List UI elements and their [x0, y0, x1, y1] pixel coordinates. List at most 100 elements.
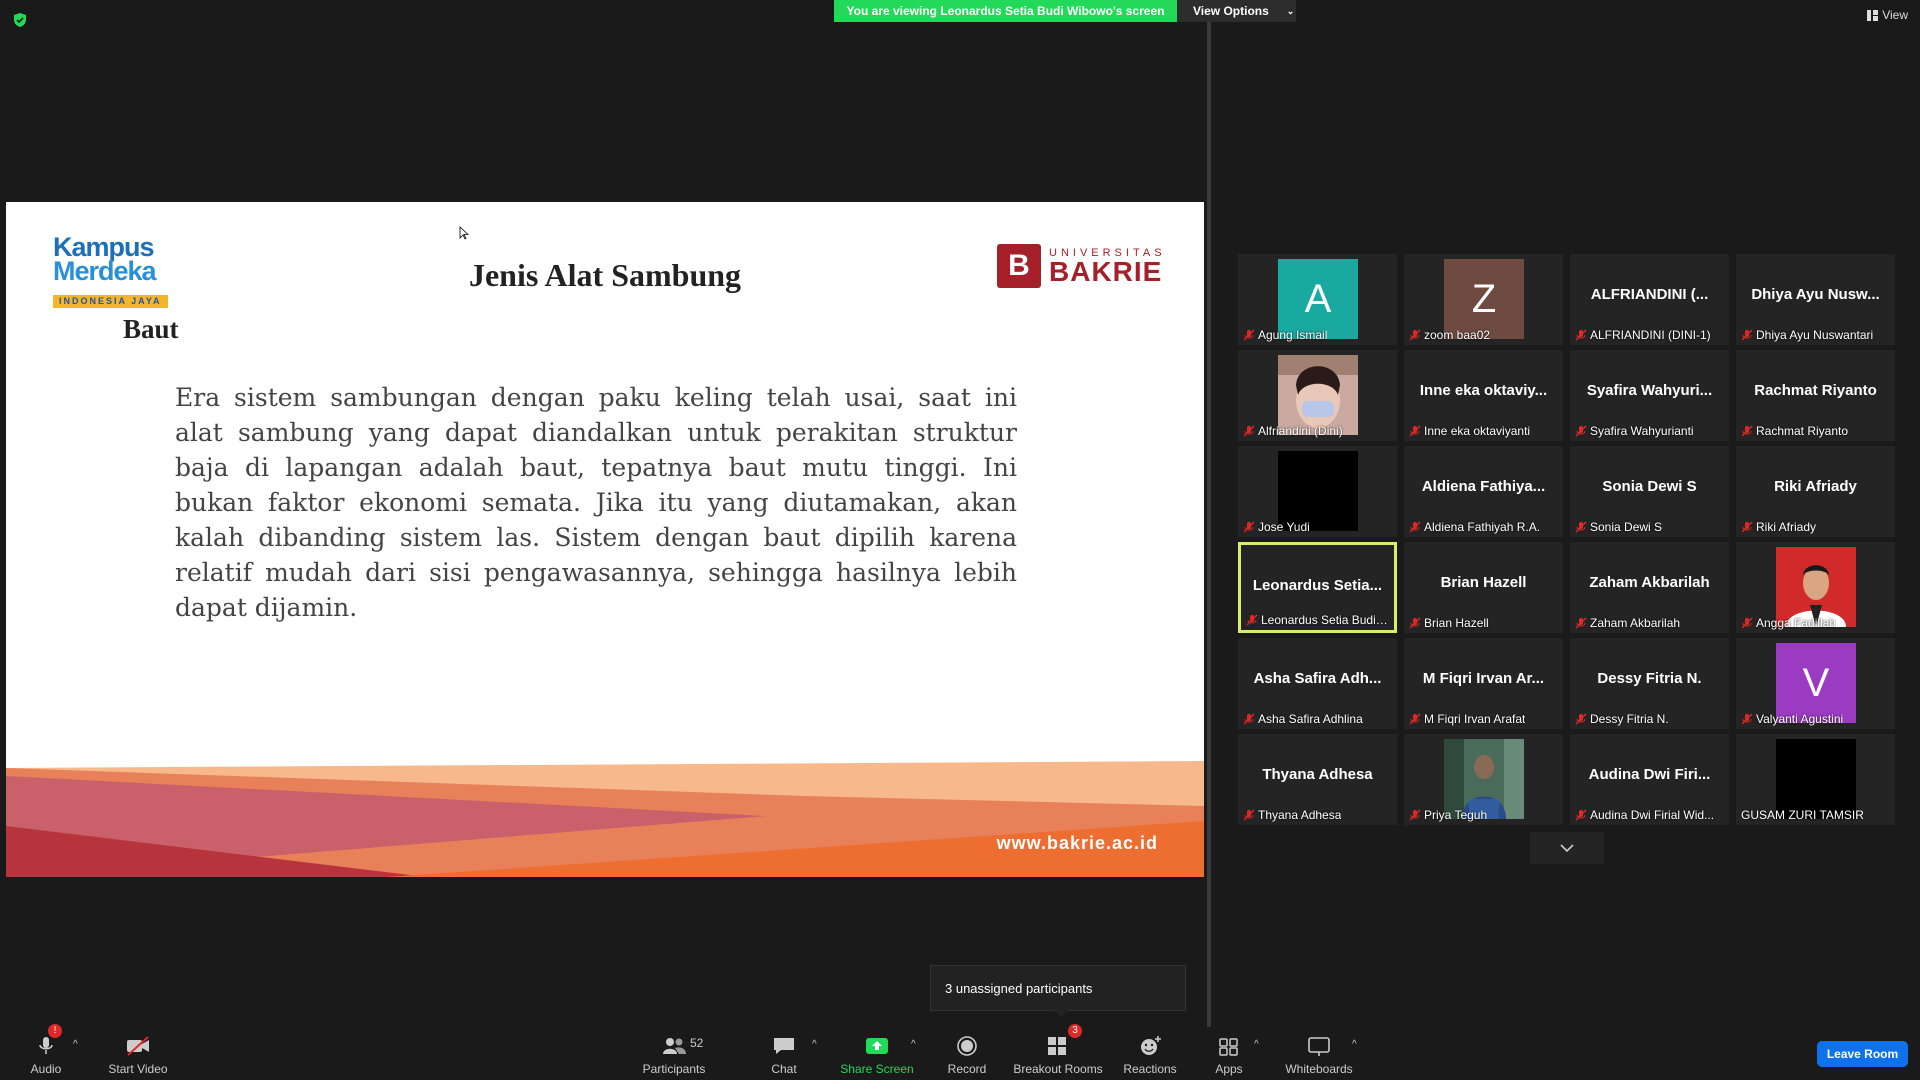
- breakout-rooms-icon: [1048, 1037, 1066, 1055]
- view-options-button[interactable]: View Options ⌄: [1177, 0, 1296, 22]
- view-options-label: View Options: [1193, 4, 1269, 18]
- participant-tile[interactable]: Sonia Dewi S Sonia Dewi S: [1570, 446, 1729, 537]
- participant-tile[interactable]: Angga Fadillah: [1736, 542, 1895, 633]
- participant-name-bar: M Fiqri Irvan Arafat: [1409, 712, 1558, 726]
- muted-mic-icon: [1575, 521, 1587, 533]
- participant-display-name: Brian Hazell: [1440, 574, 1527, 591]
- reactions-icon: [1141, 1036, 1161, 1055]
- participant-tile[interactable]: Thyana Adhesa Thyana Adhesa: [1238, 734, 1397, 825]
- chat-options-caret[interactable]: ^: [812, 1039, 817, 1050]
- leave-room-button[interactable]: Leave Room: [1817, 1041, 1908, 1067]
- slide-subtitle: Baut: [123, 314, 179, 344]
- apps-button[interactable]: Apps: [1213, 1028, 1245, 1080]
- video-thumbnail: [1278, 451, 1358, 531]
- start-video-label: Start Video: [108, 1062, 168, 1076]
- participant-tile[interactable]: M Fiqri Irvan Ar... M Fiqri Irvan Arafat: [1404, 638, 1563, 729]
- breakout-rooms-button[interactable]: 3 Breakout Rooms: [1013, 1024, 1103, 1080]
- participant-name-bar: Dhiya Ayu Nuswantari: [1741, 328, 1890, 342]
- participant-display-name: Rachmat Riyanto: [1754, 382, 1877, 399]
- participant-tile[interactable]: Dhiya Ayu Nusw... Dhiya Ayu Nuswantari: [1736, 254, 1895, 345]
- participant-tile[interactable]: Dessy Fitria N. Dessy Fitria N.: [1570, 638, 1729, 729]
- participant-name-bar: Aldiena Fathiyah R.A.: [1409, 520, 1558, 534]
- whiteboard-icon: [1308, 1037, 1330, 1056]
- audio-options-caret[interactable]: ^: [73, 1039, 78, 1050]
- apps-options-caret[interactable]: ^: [1254, 1039, 1259, 1050]
- slide-footer-graphic: [6, 761, 1204, 877]
- participant-tile[interactable]: Brian Hazell Brian Hazell: [1404, 542, 1563, 633]
- video-thumbnail: [1776, 547, 1856, 627]
- participants-label: Participants: [642, 1062, 706, 1076]
- muted-mic-icon: [1243, 713, 1255, 725]
- participant-tile[interactable]: GUSAM ZURI TAMSIR: [1736, 734, 1895, 825]
- participant-name-bar: Syafira Wahyurianti: [1575, 424, 1724, 438]
- slide-body-text: Era sistem sambungan dengan paku keling …: [175, 383, 1017, 622]
- participant-tile[interactable]: Rachmat Riyanto Rachmat Riyanto: [1736, 350, 1895, 441]
- view-button[interactable]: View: [1867, 8, 1908, 22]
- security-shield-icon[interactable]: [12, 12, 28, 28]
- audio-button[interactable]: ! Audio: [26, 1024, 66, 1080]
- whiteboards-button[interactable]: Whiteboards: [1283, 1028, 1355, 1080]
- participant-display-name: Sonia Dewi S: [1602, 478, 1697, 495]
- participants-button[interactable]: 52 Participants: [640, 1028, 708, 1080]
- muted-mic-icon: [1575, 809, 1587, 821]
- participant-name: GUSAM ZURI TAMSIR: [1741, 808, 1864, 822]
- reactions-button[interactable]: Reactions: [1122, 1028, 1178, 1080]
- participant-tile[interactable]: Riki Afriady Riki Afriady: [1736, 446, 1895, 537]
- participant-name: Syafira Wahyurianti: [1590, 424, 1694, 438]
- participant-name-bar: Angga Fadillah: [1741, 616, 1890, 630]
- univ-mark: B: [997, 244, 1041, 288]
- participant-name: zoom baa02: [1424, 328, 1491, 342]
- participant-tile[interactable]: Audina Dwi Firi... Audina Dwi Firial Wid.…: [1570, 734, 1729, 825]
- avatar: V: [1776, 643, 1856, 723]
- gallery-next-page-button[interactable]: [1530, 832, 1604, 864]
- logo-tag: INDONESIA JAYA: [53, 295, 168, 308]
- participant-tile[interactable]: Asha Safira Adh... Asha Safira Adhlina: [1238, 638, 1397, 729]
- muted-mic-icon: [1575, 425, 1587, 437]
- muted-mic-icon: [1409, 809, 1421, 821]
- participant-tile[interactable]: Zaham Akbarilah Zaham Akbarilah: [1570, 542, 1729, 633]
- participant-tile[interactable]: Leonardus Setia... Leonardus Setia Budi .…: [1238, 542, 1397, 633]
- mouse-cursor-icon: [459, 226, 469, 240]
- viewing-screen-banner: You are viewing Leonardus Setia Budi Wib…: [834, 0, 1177, 22]
- participant-name: Zaham Akbarilah: [1590, 616, 1681, 630]
- participant-name: Brian Hazell: [1424, 616, 1489, 630]
- share-options-caret[interactable]: ^: [911, 1039, 916, 1050]
- video-thumbnail: [1776, 739, 1856, 819]
- participant-tile[interactable]: V Valyanti Agustini: [1736, 638, 1895, 729]
- apps-label: Apps: [1215, 1062, 1243, 1076]
- chat-button[interactable]: Chat: [765, 1028, 803, 1080]
- participant-name: Agung Ismail: [1258, 328, 1328, 342]
- share-screen-icon: [866, 1038, 888, 1054]
- participant-tile[interactable]: A Agung Ismail: [1238, 254, 1397, 345]
- participant-tile[interactable]: Inne eka oktaviy... Inne eka oktaviyanti: [1404, 350, 1563, 441]
- participant-tile[interactable]: Priya Teguh: [1404, 734, 1563, 825]
- participant-tile[interactable]: Aldiena Fathiya... Aldiena Fathiyah R.A.: [1404, 446, 1563, 537]
- participant-name: Rachmat Riyanto: [1756, 424, 1849, 438]
- muted-mic-icon: [1246, 614, 1258, 626]
- muted-mic-icon: [1409, 617, 1421, 629]
- muted-mic-icon: [1243, 809, 1255, 821]
- view-label: View: [1882, 8, 1908, 22]
- participant-tile[interactable]: Syafira Wahyuri... Syafira Wahyurianti: [1570, 350, 1729, 441]
- muted-mic-icon: [1575, 329, 1587, 341]
- muted-mic-icon: [1409, 425, 1421, 437]
- whiteboards-options-caret[interactable]: ^: [1352, 1039, 1357, 1050]
- share-screen-button[interactable]: Share Screen: [840, 1028, 914, 1080]
- avatar: A: [1278, 259, 1358, 339]
- record-button[interactable]: Record: [945, 1028, 989, 1080]
- breakout-tooltip: 3 unassigned participants: [930, 965, 1186, 1017]
- participant-tile[interactable]: Alfriandini (Dini): [1238, 350, 1397, 441]
- participant-tile[interactable]: Jose Yudi: [1238, 446, 1397, 537]
- participant-name: Aldiena Fathiyah R.A.: [1424, 520, 1541, 534]
- participant-tile[interactable]: Zzoom baa02: [1404, 254, 1563, 345]
- participant-display-name: Dhiya Ayu Nusw...: [1751, 286, 1880, 303]
- participant-name: Priya Teguh: [1424, 808, 1488, 822]
- website-url: www.bakrie.ac.id: [996, 833, 1158, 853]
- participant-name-bar: Audina Dwi Firial Wid...: [1575, 808, 1724, 822]
- participant-tile[interactable]: ALFRIANDINI (... ALFRIANDINI (DINI-1): [1570, 254, 1729, 345]
- panel-splitter[interactable]: [1207, 22, 1211, 1027]
- participant-name-bar: Alfriandini (Dini): [1243, 424, 1392, 438]
- video-thumbnail: [1444, 739, 1524, 819]
- participant-name: Alfriandini (Dini): [1258, 424, 1343, 438]
- start-video-button[interactable]: Start Video: [105, 1028, 171, 1080]
